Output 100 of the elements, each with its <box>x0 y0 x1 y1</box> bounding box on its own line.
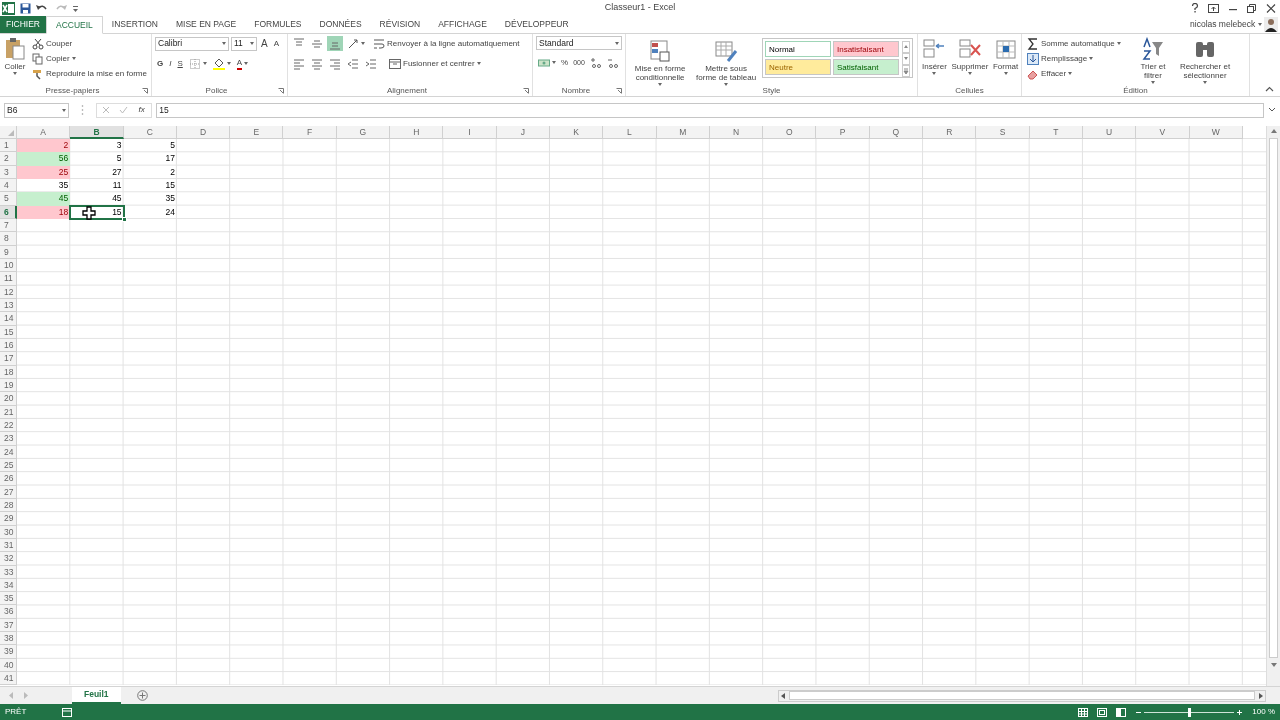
save-icon[interactable] <box>19 2 31 14</box>
macro-record-icon[interactable] <box>62 707 73 717</box>
cut-button[interactable]: Couper <box>30 36 149 51</box>
column-header[interactable]: M <box>656 126 710 139</box>
table-cell[interactable]: 27 <box>70 165 124 179</box>
fill-handle[interactable] <box>121 216 127 222</box>
row-header[interactable]: 38 <box>0 632 17 646</box>
scrollbar-thumb[interactable] <box>1269 138 1278 658</box>
row-header[interactable]: 32 <box>0 552 17 566</box>
cell-style-option[interactable]: Insatisfaisant <box>833 41 899 57</box>
ribbon-tab[interactable]: DONNÉES <box>310 16 371 33</box>
column-header[interactable]: Q <box>869 126 924 139</box>
restore-icon[interactable] <box>1246 3 1257 13</box>
row-header[interactable]: 36 <box>0 605 17 619</box>
zoom-in-icon[interactable] <box>1236 708 1244 716</box>
find-select-button[interactable]: Rechercher et sélectionner <box>1176 36 1234 85</box>
column-header[interactable]: J <box>496 126 550 139</box>
ribbon-tab[interactable]: INSERTION <box>102 16 167 33</box>
ribbon-display-icon[interactable] <box>1207 3 1219 13</box>
drag-handle-icon[interactable] <box>81 104 84 116</box>
table-cell[interactable]: 17 <box>123 152 177 166</box>
shrink-font-button[interactable]: A <box>271 36 281 51</box>
row-header[interactable]: 35 <box>0 592 17 606</box>
table-cell[interactable]: 5 <box>123 139 177 153</box>
column-header[interactable]: C <box>123 126 177 139</box>
format-button[interactable]: Format <box>991 36 1020 85</box>
file-tab[interactable]: FICHIER <box>0 16 46 33</box>
table-cell[interactable]: 5 <box>70 152 124 166</box>
excel-logo-icon[interactable] <box>2 1 16 15</box>
insert-button[interactable]: Insérer <box>921 36 948 85</box>
bold-button[interactable]: G <box>155 56 166 71</box>
row-header[interactable]: 29 <box>0 512 17 526</box>
ribbon-tab[interactable]: ACCUEIL <box>46 16 103 34</box>
table-cell[interactable]: 11 <box>70 179 124 193</box>
scroll-up-icon[interactable] <box>902 41 910 53</box>
cell-style-option[interactable]: Satisfaisant <box>833 59 899 75</box>
zoom-level[interactable]: 100 % <box>1252 706 1275 718</box>
delete-button[interactable]: Supprimer <box>950 36 989 85</box>
column-header[interactable]: V <box>1136 126 1190 139</box>
row-header[interactable]: 5 <box>0 192 17 206</box>
clear-button[interactable]: Effacer <box>1025 66 1130 81</box>
scroll-right-arrow-icon[interactable] <box>1257 690 1265 701</box>
table-cell[interactable]: 15 <box>70 205 124 219</box>
wrap-text-button[interactable]: Renvoyer à la ligne automatiquement <box>371 36 522 51</box>
page-break-icon[interactable] <box>1115 707 1126 717</box>
format-painter-button[interactable]: Reproduire la mise en forme <box>30 66 149 81</box>
scroll-left-arrow-icon[interactable] <box>779 690 787 701</box>
close-icon[interactable] <box>1265 3 1276 13</box>
table-cell[interactable]: 2 <box>123 165 177 179</box>
column-header[interactable]: I <box>443 126 497 139</box>
column-header[interactable]: U <box>1082 126 1137 139</box>
copy-button[interactable]: Copier <box>30 51 149 66</box>
ribbon-tab[interactable]: FORMULES <box>245 16 311 33</box>
dialog-launcher-icon[interactable] <box>523 87 529 94</box>
normal-view-icon[interactable] <box>1077 707 1088 717</box>
column-header[interactable]: W <box>1189 126 1243 139</box>
expand-icon[interactable] <box>1268 107 1276 113</box>
sheet-tab[interactable]: Feuil1 <box>72 686 121 704</box>
row-header[interactable]: 2 <box>0 152 17 166</box>
merge-center-button[interactable]: Fusionner et centrer <box>387 56 483 71</box>
name-box[interactable]: B6 <box>4 102 69 118</box>
column-header[interactable]: K <box>549 126 604 139</box>
column-header[interactable]: P <box>816 126 870 139</box>
table-cell[interactable]: 56 <box>17 152 71 166</box>
fill-color-button[interactable] <box>210 56 233 71</box>
column-header[interactable]: O <box>763 126 817 139</box>
column-header[interactable]: D <box>176 126 231 139</box>
dialog-launcher-icon[interactable] <box>142 87 148 94</box>
column-header[interactable]: R <box>923 126 977 139</box>
underline-button[interactable]: S <box>175 56 185 71</box>
add-sheet-icon[interactable] <box>136 690 148 701</box>
column-header[interactable]: L <box>603 126 657 139</box>
column-header[interactable]: B <box>70 126 124 139</box>
formula-input[interactable]: 15 <box>156 102 1264 118</box>
table-cell[interactable]: 15 <box>123 179 177 193</box>
fill-button[interactable]: Remplissage <box>1025 51 1130 66</box>
slider-thumb[interactable] <box>1187 707 1191 717</box>
avatar-icon[interactable] <box>1263 17 1278 32</box>
table-cell[interactable]: 2 <box>17 139 71 153</box>
customize-icon[interactable] <box>72 3 80 13</box>
row-header[interactable]: 17 <box>0 352 17 366</box>
cell-style-option[interactable]: Neutre <box>765 59 831 75</box>
column-header[interactable]: G <box>336 126 391 139</box>
grow-font-button[interactable]: A <box>259 36 270 51</box>
row-header[interactable]: 11 <box>0 272 17 286</box>
font-name-dropdown[interactable]: Calibri <box>155 36 229 51</box>
row-header[interactable]: 26 <box>0 472 17 486</box>
scroll-down-icon[interactable] <box>902 53 910 65</box>
font-color-button[interactable]: A <box>234 56 251 71</box>
table-cell[interactable]: 45 <box>70 192 124 206</box>
row-header[interactable]: 39 <box>0 645 17 659</box>
column-header[interactable]: F <box>283 126 337 139</box>
collapse-ribbon-icon[interactable] <box>1265 86 1274 92</box>
table-cell[interactable]: 3 <box>70 139 124 153</box>
ribbon-tab[interactable]: AFFICHAGE <box>429 16 496 33</box>
column-header[interactable]: A <box>17 126 71 139</box>
italic-button[interactable]: I <box>167 56 174 71</box>
row-header[interactable]: 1 <box>0 139 17 153</box>
row-header[interactable]: 8 <box>0 232 17 246</box>
row-header[interactable]: 23 <box>0 432 17 446</box>
